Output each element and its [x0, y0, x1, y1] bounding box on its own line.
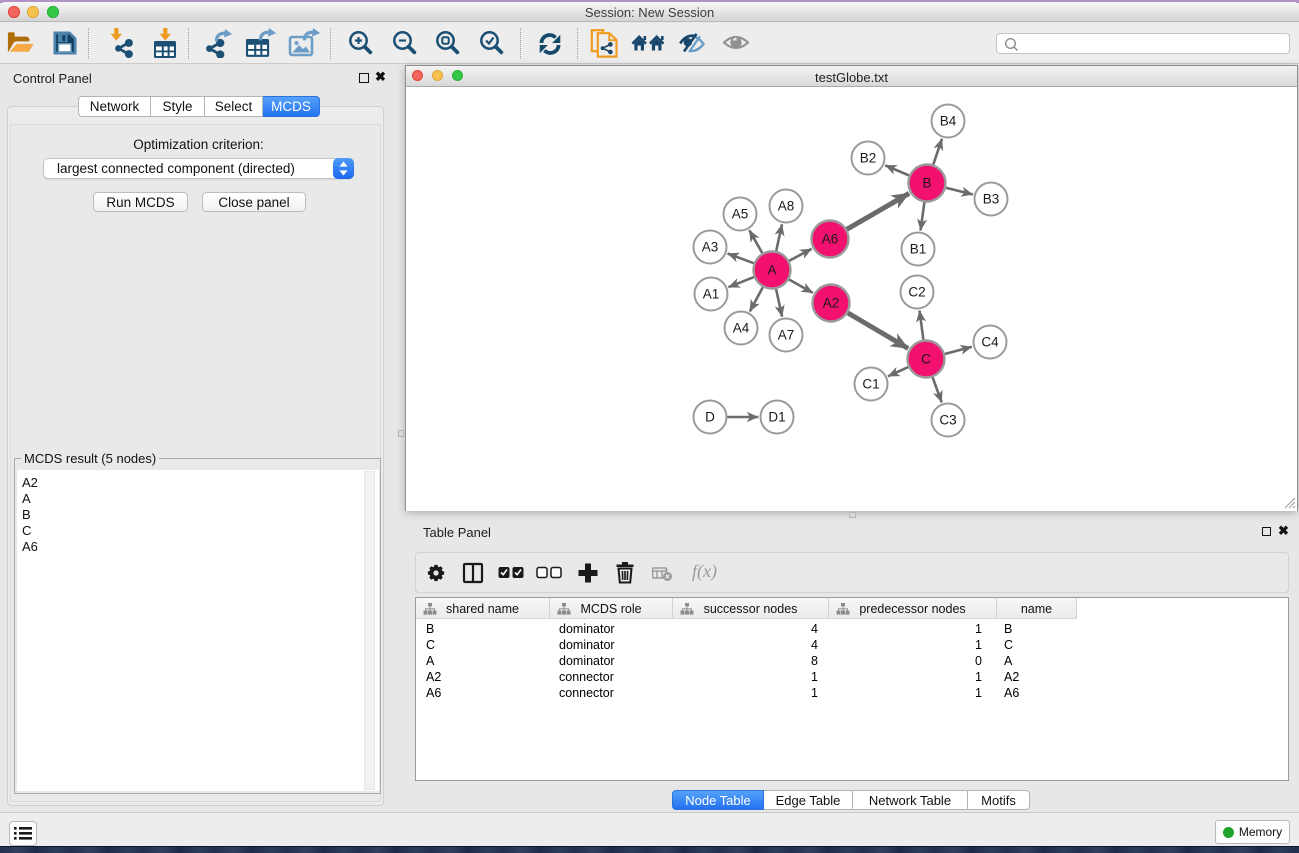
svg-text:A5: A5 — [732, 207, 749, 222]
svg-text:A7: A7 — [778, 328, 795, 343]
svg-text:D1: D1 — [768, 410, 785, 425]
svg-text:B4: B4 — [940, 114, 957, 129]
svg-text:B3: B3 — [983, 192, 1000, 207]
svg-text:A8: A8 — [778, 199, 795, 214]
svg-text:D: D — [705, 410, 715, 425]
svg-text:B: B — [922, 176, 931, 191]
svg-text:A2: A2 — [823, 296, 840, 311]
svg-text:C1: C1 — [862, 377, 879, 392]
svg-text:C: C — [921, 352, 931, 367]
svg-text:C2: C2 — [908, 285, 925, 300]
svg-text:A: A — [767, 263, 776, 278]
svg-text:B1: B1 — [910, 242, 927, 257]
svg-text:A4: A4 — [733, 321, 750, 336]
svg-text:C4: C4 — [981, 335, 999, 350]
svg-text:B2: B2 — [860, 151, 877, 166]
svg-text:A3: A3 — [702, 240, 719, 255]
svg-text:A6: A6 — [822, 232, 839, 247]
svg-text:A1: A1 — [703, 287, 720, 302]
svg-text:C3: C3 — [939, 413, 956, 428]
